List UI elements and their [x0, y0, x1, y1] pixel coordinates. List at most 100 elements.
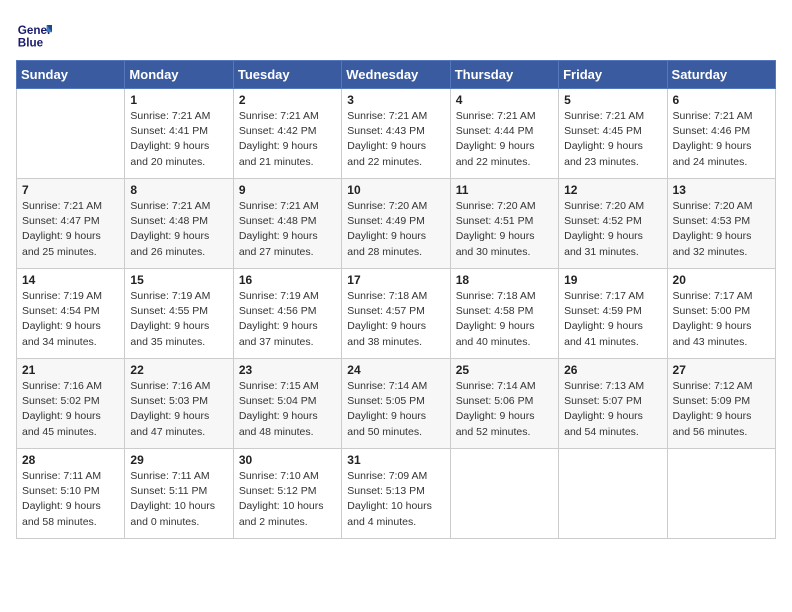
day-number: 25 — [456, 363, 553, 377]
day-number: 20 — [673, 273, 770, 287]
day-number: 12 — [564, 183, 661, 197]
day-number: 16 — [239, 273, 336, 287]
calendar-cell: 18 Sunrise: 7:18 AMSunset: 4:58 PMDayligh… — [450, 269, 558, 359]
calendar-table: SundayMondayTuesdayWednesdayThursdayFrid… — [16, 60, 776, 539]
day-number: 15 — [130, 273, 227, 287]
day-info: Sunrise: 7:21 AMSunset: 4:41 PMDaylight:… — [130, 109, 227, 170]
calendar-cell: 30 Sunrise: 7:10 AMSunset: 5:12 PMDayligh… — [233, 449, 341, 539]
day-number: 10 — [347, 183, 444, 197]
calendar-cell: 22Sunrise: 7:16 AMSunset: 5:03 PMDayligh… — [125, 359, 233, 449]
calendar-cell: 23 Sunrise: 7:15 AMSunset: 5:04 PMDayligh… — [233, 359, 341, 449]
day-number: 23 — [239, 363, 336, 377]
calendar-cell: 7 Sunrise: 7:21 AMSunset: 4:47 PMDaylight… — [17, 179, 125, 269]
day-number: 24 — [347, 363, 444, 377]
day-info: Sunrise: 7:20 AMSunset: 4:51 PMDaylight:… — [456, 199, 553, 260]
day-info: Sunrise: 7:15 AMSunset: 5:04 PMDaylight:… — [239, 379, 336, 440]
calendar-cell — [17, 89, 125, 179]
calendar-cell: 12 Sunrise: 7:20 AMSunset: 4:52 PMDayligh… — [559, 179, 667, 269]
day-header-saturday: Saturday — [667, 61, 775, 89]
day-info: Sunrise: 7:21 AMSunset: 4:47 PMDaylight:… — [22, 199, 119, 260]
calendar-cell: 4 Sunrise: 7:21 AMSunset: 4:44 PMDaylight… — [450, 89, 558, 179]
calendar-cell: 16 Sunrise: 7:19 AMSunset: 4:56 PMDayligh… — [233, 269, 341, 359]
calendar-week-3: 21Sunrise: 7:16 AMSunset: 5:02 PMDayligh… — [17, 359, 776, 449]
day-header-wednesday: Wednesday — [342, 61, 450, 89]
calendar-week-0: 1 Sunrise: 7:21 AMSunset: 4:41 PMDaylight… — [17, 89, 776, 179]
calendar-week-2: 14Sunrise: 7:19 AMSunset: 4:54 PMDayligh… — [17, 269, 776, 359]
day-info: Sunrise: 7:21 AMSunset: 4:44 PMDaylight:… — [456, 109, 553, 170]
day-info: Sunrise: 7:21 AMSunset: 4:45 PMDaylight:… — [564, 109, 661, 170]
calendar-cell: 26Sunrise: 7:13 AMSunset: 5:07 PMDayligh… — [559, 359, 667, 449]
calendar-week-4: 28 Sunrise: 7:11 AMSunset: 5:10 PMDayligh… — [17, 449, 776, 539]
calendar-cell: 24Sunrise: 7:14 AMSunset: 5:05 PMDayligh… — [342, 359, 450, 449]
day-number: 6 — [673, 93, 770, 107]
day-info: Sunrise: 7:19 AMSunset: 4:55 PMDaylight:… — [130, 289, 227, 350]
day-number: 19 — [564, 273, 661, 287]
calendar-cell: 20 Sunrise: 7:17 AMSunset: 5:00 PMDayligh… — [667, 269, 775, 359]
calendar-week-1: 7 Sunrise: 7:21 AMSunset: 4:47 PMDaylight… — [17, 179, 776, 269]
day-number: 28 — [22, 453, 119, 467]
day-info: Sunrise: 7:18 AMSunset: 4:57 PMDaylight:… — [347, 289, 444, 350]
day-info: Sunrise: 7:14 AMSunset: 5:06 PMDaylight:… — [456, 379, 553, 440]
day-info: Sunrise: 7:20 AMSunset: 4:49 PMDaylight:… — [347, 199, 444, 260]
calendar-cell: 28 Sunrise: 7:11 AMSunset: 5:10 PMDayligh… — [17, 449, 125, 539]
day-info: Sunrise: 7:17 AMSunset: 5:00 PMDaylight:… — [673, 289, 770, 350]
day-number: 2 — [239, 93, 336, 107]
day-number: 9 — [239, 183, 336, 197]
day-info: Sunrise: 7:16 AMSunset: 5:02 PMDaylight:… — [22, 379, 119, 440]
day-number: 17 — [347, 273, 444, 287]
day-header-tuesday: Tuesday — [233, 61, 341, 89]
calendar-cell: 8 Sunrise: 7:21 AMSunset: 4:48 PMDaylight… — [125, 179, 233, 269]
day-info: Sunrise: 7:17 AMSunset: 4:59 PMDaylight:… — [564, 289, 661, 350]
calendar-cell: 13 Sunrise: 7:20 AMSunset: 4:53 PMDayligh… — [667, 179, 775, 269]
day-number: 11 — [456, 183, 553, 197]
calendar-cell: 1 Sunrise: 7:21 AMSunset: 4:41 PMDaylight… — [125, 89, 233, 179]
day-info: Sunrise: 7:11 AMSunset: 5:10 PMDaylight:… — [22, 469, 119, 530]
day-info: Sunrise: 7:12 AMSunset: 5:09 PMDaylight:… — [673, 379, 770, 440]
calendar-cell: 31 Sunrise: 7:09 AMSunset: 5:13 PMDayligh… — [342, 449, 450, 539]
calendar-header: SundayMondayTuesdayWednesdayThursdayFrid… — [17, 61, 776, 89]
calendar-cell — [667, 449, 775, 539]
day-info: Sunrise: 7:09 AMSunset: 5:13 PMDaylight:… — [347, 469, 444, 530]
svg-text:Blue: Blue — [18, 37, 44, 50]
day-header-thursday: Thursday — [450, 61, 558, 89]
day-info: Sunrise: 7:19 AMSunset: 4:56 PMDaylight:… — [239, 289, 336, 350]
calendar-cell — [450, 449, 558, 539]
calendar-cell: 19 Sunrise: 7:17 AMSunset: 4:59 PMDayligh… — [559, 269, 667, 359]
day-info: Sunrise: 7:19 AMSunset: 4:54 PMDaylight:… — [22, 289, 119, 350]
day-info: Sunrise: 7:21 AMSunset: 4:48 PMDaylight:… — [130, 199, 227, 260]
day-number: 5 — [564, 93, 661, 107]
day-header-friday: Friday — [559, 61, 667, 89]
day-info: Sunrise: 7:10 AMSunset: 5:12 PMDaylight:… — [239, 469, 336, 530]
day-number: 31 — [347, 453, 444, 467]
calendar-cell: 17 Sunrise: 7:18 AMSunset: 4:57 PMDayligh… — [342, 269, 450, 359]
calendar-cell: 10 Sunrise: 7:20 AMSunset: 4:49 PMDayligh… — [342, 179, 450, 269]
day-number: 29 — [130, 453, 227, 467]
logo-icon: General Blue — [16, 16, 52, 52]
day-number: 1 — [130, 93, 227, 107]
calendar-cell: 11 Sunrise: 7:20 AMSunset: 4:51 PMDayligh… — [450, 179, 558, 269]
day-info: Sunrise: 7:13 AMSunset: 5:07 PMDaylight:… — [564, 379, 661, 440]
calendar-cell: 21Sunrise: 7:16 AMSunset: 5:02 PMDayligh… — [17, 359, 125, 449]
day-number: 30 — [239, 453, 336, 467]
calendar-cell: 5 Sunrise: 7:21 AMSunset: 4:45 PMDaylight… — [559, 89, 667, 179]
day-number: 18 — [456, 273, 553, 287]
calendar-cell: 27 Sunrise: 7:12 AMSunset: 5:09 PMDayligh… — [667, 359, 775, 449]
calendar-cell — [559, 449, 667, 539]
day-number: 27 — [673, 363, 770, 377]
calendar-cell: 6 Sunrise: 7:21 AMSunset: 4:46 PMDaylight… — [667, 89, 775, 179]
page-header: General Blue — [16, 16, 776, 52]
day-info: Sunrise: 7:20 AMSunset: 4:53 PMDaylight:… — [673, 199, 770, 260]
calendar-cell: 3Sunrise: 7:21 AMSunset: 4:43 PMDaylight… — [342, 89, 450, 179]
logo: General Blue — [16, 16, 56, 52]
day-info: Sunrise: 7:20 AMSunset: 4:52 PMDaylight:… — [564, 199, 661, 260]
day-info: Sunrise: 7:18 AMSunset: 4:58 PMDaylight:… — [456, 289, 553, 350]
day-info: Sunrise: 7:21 AMSunset: 4:48 PMDaylight:… — [239, 199, 336, 260]
day-number: 13 — [673, 183, 770, 197]
calendar-cell: 15 Sunrise: 7:19 AMSunset: 4:55 PMDayligh… — [125, 269, 233, 359]
day-info: Sunrise: 7:21 AMSunset: 4:46 PMDaylight:… — [673, 109, 770, 170]
day-number: 4 — [456, 93, 553, 107]
day-number: 8 — [130, 183, 227, 197]
day-info: Sunrise: 7:11 AMSunset: 5:11 PMDaylight:… — [130, 469, 227, 530]
day-info: Sunrise: 7:16 AMSunset: 5:03 PMDaylight:… — [130, 379, 227, 440]
day-number: 7 — [22, 183, 119, 197]
